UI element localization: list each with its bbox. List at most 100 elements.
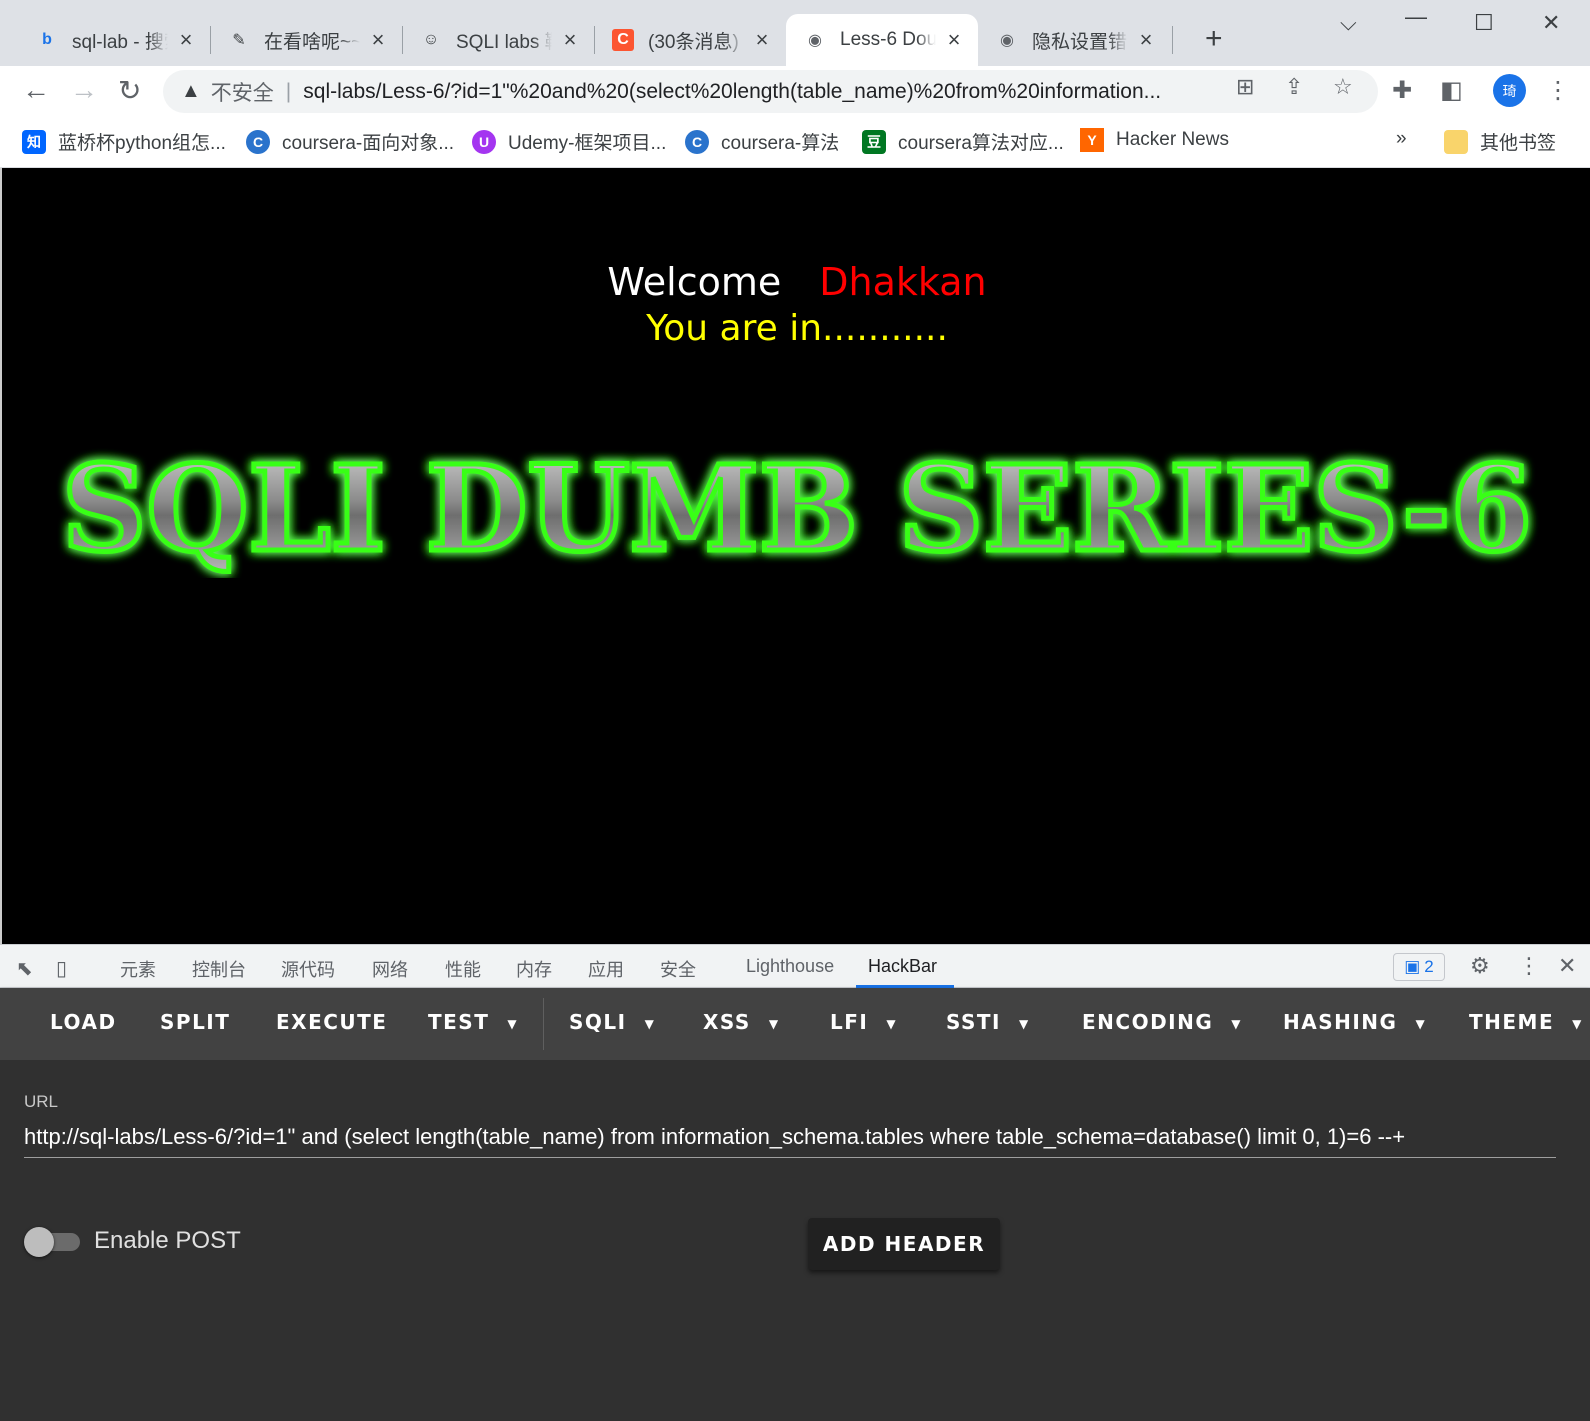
devtools-tab[interactable]: Lighthouse xyxy=(746,956,834,977)
tab-title: 隐私设置错误 xyxy=(1032,31,1128,53)
csdn-icon: C xyxy=(612,29,634,51)
bookmark-star-icon[interactable]: ☆ xyxy=(1333,74,1353,100)
devtools-tab[interactable]: 源代码 xyxy=(281,956,335,982)
bookmark-label: coursera-算法 xyxy=(721,133,840,154)
issues-badge[interactable]: ▣ 2 xyxy=(1393,953,1445,981)
close-tab-icon[interactable]: × xyxy=(176,27,196,53)
devtools-tab[interactable]: 应用 xyxy=(588,956,624,982)
add-header-button[interactable]: ADD HEADER xyxy=(808,1218,1000,1270)
browser-tab[interactable]: C (30条消息) sql × xyxy=(594,14,786,66)
devtools-tab-bar: ⬉ ▯ 元素 控制台 源代码 网络 性能 内存 应用 安全 Lighthouse… xyxy=(0,944,1590,988)
bookmark-item[interactable]: U Udemy-框架项目... xyxy=(472,128,666,155)
tab-title: (30条消息) sql xyxy=(648,31,744,53)
close-tab-icon[interactable]: × xyxy=(1136,27,1156,53)
devtools-tab[interactable]: 内存 xyxy=(516,956,552,982)
back-icon[interactable]: ← xyxy=(22,74,50,106)
extensions-icon[interactable]: ✚ xyxy=(1392,76,1412,105)
hackbar-menu: LOAD SPLIT EXECUTE TEST ▼ SQLI ▼ XSS ▼ LFI ▼… xyxy=(0,988,1590,1060)
new-tab-icon[interactable]: + xyxy=(1205,22,1223,56)
issues-count: 2 xyxy=(1424,957,1434,976)
split-button[interactable]: SPLIT xyxy=(160,1010,230,1034)
avatar[interactable]: 琦 xyxy=(1493,74,1526,107)
bookmark-item[interactable]: Y Hacker News xyxy=(1080,128,1229,152)
devtools-tab[interactable]: 安全 xyxy=(660,956,696,982)
devtools-tab[interactable]: 性能 xyxy=(445,956,481,982)
enable-post-toggle[interactable] xyxy=(24,1227,82,1257)
welcome-line: Welcome Dhakkan xyxy=(2,260,1590,304)
devtools-tab[interactable]: 元素 xyxy=(120,956,156,982)
hackernews-icon: Y xyxy=(1080,128,1104,152)
dropdown-caret-icon: ▼ xyxy=(1415,1016,1427,1031)
tab-divider xyxy=(1172,26,1173,54)
ssti-menu-button[interactable]: SSTI ▼ xyxy=(946,1010,1030,1034)
devtools-menu-icon[interactable]: ⋮ xyxy=(1518,953,1540,979)
series-banner: SQLI DUMB SERIES-6 xyxy=(60,438,1535,578)
execute-button[interactable]: EXECUTE xyxy=(276,1010,387,1034)
url-text[interactable]: sql-labs/Less-6/?id=1"%20and%20(select%2… xyxy=(303,80,1223,104)
anime-face-icon: ✎ xyxy=(232,32,246,49)
hashing-menu-button[interactable]: HASHING ▼ xyxy=(1283,1010,1426,1034)
douban-icon: 豆 xyxy=(862,129,886,154)
other-bookmarks[interactable]: 其他书签 xyxy=(1444,128,1556,155)
browser-tab[interactable]: ☺ SQLI labs 靶场 × xyxy=(402,14,594,66)
browser-tab[interactable]: ✎ 在看啥呢~~ × xyxy=(210,14,402,66)
inspect-element-icon[interactable]: ⬉ xyxy=(16,956,33,981)
user-name: Dhakkan xyxy=(819,260,987,304)
bookmark-item[interactable]: 豆 coursera算法对应... xyxy=(862,128,1064,155)
device-toolbar-icon[interactable]: ▯ xyxy=(56,956,67,981)
lfi-menu-button[interactable]: LFI ▼ xyxy=(830,1010,897,1034)
hackbar-panel: URL Enable POST ADD HEADER xyxy=(0,1060,1590,1421)
page-viewport: Welcome Dhakkan You are in........... SQL… xyxy=(0,168,1590,944)
devtools-tab-active[interactable]: HackBar xyxy=(868,956,937,977)
insecure-label[interactable]: 不安全 xyxy=(211,77,274,107)
dropdown-caret-icon: ▼ xyxy=(1572,1016,1583,1031)
theme-menu-button[interactable]: THEME ▼ xyxy=(1469,1010,1583,1034)
test-menu-button[interactable]: TEST ▼ xyxy=(428,1010,518,1034)
tab-title: Less-6 Double xyxy=(840,29,936,50)
sqli-menu-button[interactable]: SQLI ▼ xyxy=(569,1010,655,1034)
bookmark-label: Udemy-框架项目... xyxy=(508,133,667,154)
close-devtools-icon[interactable]: ✕ xyxy=(1558,953,1576,979)
tab-search-icon[interactable]: ⌵ xyxy=(1340,10,1357,36)
close-window-icon[interactable]: ✕ xyxy=(1542,10,1560,36)
xss-menu-button[interactable]: XSS ▼ xyxy=(703,1010,780,1034)
udemy-icon: U xyxy=(472,129,496,154)
dropdown-caret-icon: ▼ xyxy=(644,1016,656,1031)
close-tab-icon[interactable]: × xyxy=(752,27,772,53)
maximize-icon[interactable]: ☐ xyxy=(1474,10,1494,36)
warning-icon[interactable]: ▲ xyxy=(181,80,201,103)
browser-tab-active[interactable]: ◉ Less-6 Double × xyxy=(786,14,978,66)
globe-icon: ◉ xyxy=(1000,32,1014,49)
translate-icon[interactable]: ⊞ xyxy=(1236,74,1254,100)
minimize-icon[interactable]: — xyxy=(1405,4,1427,30)
bookmark-item[interactable]: C coursera-面向对象... xyxy=(246,128,454,155)
settings-gear-icon[interactable]: ⚙ xyxy=(1470,953,1490,979)
devtools-tab[interactable]: 网络 xyxy=(372,956,408,982)
load-button[interactable]: LOAD xyxy=(50,1010,117,1034)
close-tab-icon[interactable]: × xyxy=(944,27,964,53)
welcome-text: Welcome xyxy=(607,260,782,304)
encoding-menu-button[interactable]: ENCODING ▼ xyxy=(1082,1010,1242,1034)
address-bar[interactable]: ▲ 不安全 | sql-labs/Less-6/?id=1"%20and%20(… xyxy=(163,70,1378,113)
url-label: URL xyxy=(24,1092,59,1111)
dropdown-caret-icon: ▼ xyxy=(886,1016,898,1031)
bookmark-item[interactable]: C coursera-算法 xyxy=(685,128,839,155)
browser-tab[interactable]: ◉ 隐私设置错误 × xyxy=(978,14,1170,66)
close-tab-icon[interactable]: × xyxy=(368,27,388,53)
enable-post-label[interactable]: Enable POST xyxy=(94,1227,241,1255)
bookmark-label: 蓝桥杯python组怎... xyxy=(58,133,226,154)
url-input[interactable] xyxy=(24,1116,1556,1158)
reload-icon[interactable]: ↻ xyxy=(118,74,141,107)
bookmark-item[interactable]: 知 蓝桥杯python组怎... xyxy=(22,128,226,155)
bookmarks-overflow-icon[interactable]: » xyxy=(1396,128,1407,150)
browser-tab[interactable]: b sql-lab - 搜索 × xyxy=(18,14,210,66)
login-status: You are in........... xyxy=(646,308,948,349)
banner-text: SQLI DUMB SERIES-6 xyxy=(62,439,1532,578)
devtools-tab[interactable]: 控制台 xyxy=(192,956,246,982)
bookmarks-bar: 知 蓝桥杯python组怎... C coursera-面向对象... U Ud… xyxy=(0,116,1590,168)
close-tab-icon[interactable]: × xyxy=(560,27,580,53)
side-panel-icon[interactable]: ◧ xyxy=(1440,76,1463,105)
menu-icon[interactable]: ⋮ xyxy=(1546,76,1570,105)
share-icon[interactable]: ⇪ xyxy=(1285,74,1303,100)
forward-icon[interactable]: → xyxy=(70,74,98,106)
